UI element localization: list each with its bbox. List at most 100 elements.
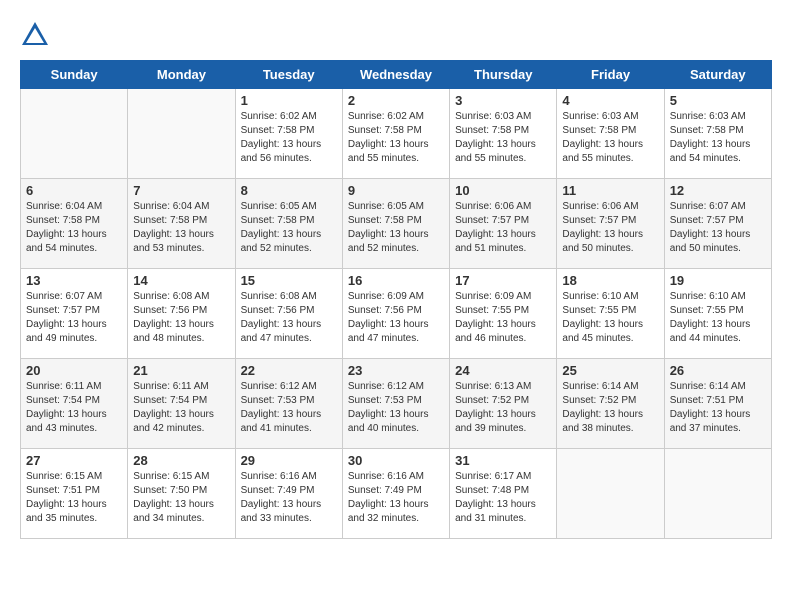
day-number: 19: [670, 273, 766, 288]
calendar-cell: 12 Sunrise: 6:07 AM Sunset: 7:57 PM Dayli…: [664, 179, 771, 269]
calendar-cell: 3 Sunrise: 6:03 AM Sunset: 7:58 PM Daylig…: [450, 89, 557, 179]
day-info: Sunrise: 6:06 AM Sunset: 7:57 PM Dayligh…: [562, 200, 658, 256]
day-info: Sunrise: 6:02 AM Sunset: 7:58 PM Dayligh…: [241, 110, 337, 166]
day-info: Sunrise: 6:16 AM Sunset: 7:49 PM Dayligh…: [241, 470, 337, 526]
calendar-cell: 17 Sunrise: 6:09 AM Sunset: 7:55 PM Dayli…: [450, 269, 557, 359]
calendar-header-thursday: Thursday: [450, 61, 557, 89]
day-info: Sunrise: 6:15 AM Sunset: 7:50 PM Dayligh…: [133, 470, 229, 526]
calendar-cell: 14 Sunrise: 6:08 AM Sunset: 7:56 PM Dayli…: [128, 269, 235, 359]
day-info: Sunrise: 6:12 AM Sunset: 7:53 PM Dayligh…: [241, 380, 337, 436]
day-info: Sunrise: 6:06 AM Sunset: 7:57 PM Dayligh…: [455, 200, 551, 256]
day-number: 3: [455, 93, 551, 108]
day-number: 20: [26, 363, 122, 378]
day-number: 15: [241, 273, 337, 288]
calendar-week-row: 6 Sunrise: 6:04 AM Sunset: 7:58 PM Daylig…: [21, 179, 772, 269]
day-info: Sunrise: 6:08 AM Sunset: 7:56 PM Dayligh…: [241, 290, 337, 346]
calendar-cell: 24Sunrise: 6:13 AM Sunset: 7:52 PM Dayli…: [450, 359, 557, 449]
calendar-cell: 6 Sunrise: 6:04 AM Sunset: 7:58 PM Daylig…: [21, 179, 128, 269]
calendar-header-saturday: Saturday: [664, 61, 771, 89]
calendar-cell: 23 Sunrise: 6:12 AM Sunset: 7:53 PM Dayli…: [342, 359, 449, 449]
day-number: 6: [26, 183, 122, 198]
calendar-cell: [21, 89, 128, 179]
day-info: Sunrise: 6:07 AM Sunset: 7:57 PM Dayligh…: [670, 200, 766, 256]
calendar-cell: [557, 449, 664, 539]
day-number: 12: [670, 183, 766, 198]
calendar-cell: 5 Sunrise: 6:03 AM Sunset: 7:58 PM Daylig…: [664, 89, 771, 179]
page-header: [20, 20, 772, 50]
calendar-week-row: 27 Sunrise: 6:15 AM Sunset: 7:51 PM Dayli…: [21, 449, 772, 539]
calendar-table: SundayMondayTuesdayWednesdayThursdayFrid…: [20, 60, 772, 539]
day-number: 26: [670, 363, 766, 378]
day-info: Sunrise: 6:02 AM Sunset: 7:58 PM Dayligh…: [348, 110, 444, 166]
day-number: 2: [348, 93, 444, 108]
day-number: 24: [455, 363, 551, 378]
day-number: 16: [348, 273, 444, 288]
day-number: 25: [562, 363, 658, 378]
day-number: 31: [455, 453, 551, 468]
calendar-cell: 30Sunrise: 6:16 AM Sunset: 7:49 PM Dayli…: [342, 449, 449, 539]
logo-icon: [20, 20, 50, 50]
day-info: Sunrise: 6:03 AM Sunset: 7:58 PM Dayligh…: [562, 110, 658, 166]
day-info: Sunrise: 6:03 AM Sunset: 7:58 PM Dayligh…: [455, 110, 551, 166]
calendar-week-row: 13Sunrise: 6:07 AM Sunset: 7:57 PM Dayli…: [21, 269, 772, 359]
day-number: 23: [348, 363, 444, 378]
day-number: 1: [241, 93, 337, 108]
day-number: 17: [455, 273, 551, 288]
logo: [20, 20, 54, 50]
calendar-header-row: SundayMondayTuesdayWednesdayThursdayFrid…: [21, 61, 772, 89]
day-number: 9: [348, 183, 444, 198]
day-number: 4: [562, 93, 658, 108]
day-info: Sunrise: 6:04 AM Sunset: 7:58 PM Dayligh…: [133, 200, 229, 256]
calendar-cell: [664, 449, 771, 539]
calendar-cell: 1 Sunrise: 6:02 AM Sunset: 7:58 PM Daylig…: [235, 89, 342, 179]
calendar-header-sunday: Sunday: [21, 61, 128, 89]
calendar-week-row: 1 Sunrise: 6:02 AM Sunset: 7:58 PM Daylig…: [21, 89, 772, 179]
day-info: Sunrise: 6:17 AM Sunset: 7:48 PM Dayligh…: [455, 470, 551, 526]
day-info: Sunrise: 6:14 AM Sunset: 7:52 PM Dayligh…: [562, 380, 658, 436]
day-info: Sunrise: 6:04 AM Sunset: 7:58 PM Dayligh…: [26, 200, 122, 256]
day-number: 5: [670, 93, 766, 108]
calendar-cell: 9 Sunrise: 6:05 AM Sunset: 7:58 PM Daylig…: [342, 179, 449, 269]
day-info: Sunrise: 6:11 AM Sunset: 7:54 PM Dayligh…: [133, 380, 229, 436]
calendar-cell: 4 Sunrise: 6:03 AM Sunset: 7:58 PM Daylig…: [557, 89, 664, 179]
day-info: Sunrise: 6:09 AM Sunset: 7:56 PM Dayligh…: [348, 290, 444, 346]
day-number: 21: [133, 363, 229, 378]
calendar-cell: 29Sunrise: 6:16 AM Sunset: 7:49 PM Dayli…: [235, 449, 342, 539]
day-info: Sunrise: 6:10 AM Sunset: 7:55 PM Dayligh…: [562, 290, 658, 346]
calendar-body: 1 Sunrise: 6:02 AM Sunset: 7:58 PM Daylig…: [21, 89, 772, 539]
calendar-cell: 13Sunrise: 6:07 AM Sunset: 7:57 PM Dayli…: [21, 269, 128, 359]
day-number: 18: [562, 273, 658, 288]
calendar-cell: 19Sunrise: 6:10 AM Sunset: 7:55 PM Dayli…: [664, 269, 771, 359]
day-info: Sunrise: 6:05 AM Sunset: 7:58 PM Dayligh…: [348, 200, 444, 256]
calendar-cell: [128, 89, 235, 179]
calendar-cell: 26 Sunrise: 6:14 AM Sunset: 7:51 PM Dayli…: [664, 359, 771, 449]
day-info: Sunrise: 6:14 AM Sunset: 7:51 PM Dayligh…: [670, 380, 766, 436]
day-number: 14: [133, 273, 229, 288]
day-info: Sunrise: 6:11 AM Sunset: 7:54 PM Dayligh…: [26, 380, 122, 436]
calendar-header-tuesday: Tuesday: [235, 61, 342, 89]
day-number: 28: [133, 453, 229, 468]
day-info: Sunrise: 6:12 AM Sunset: 7:53 PM Dayligh…: [348, 380, 444, 436]
day-number: 10: [455, 183, 551, 198]
calendar-cell: 28 Sunrise: 6:15 AM Sunset: 7:50 PM Dayli…: [128, 449, 235, 539]
calendar-cell: 31 Sunrise: 6:17 AM Sunset: 7:48 PM Dayli…: [450, 449, 557, 539]
calendar-cell: 2 Sunrise: 6:02 AM Sunset: 7:58 PM Daylig…: [342, 89, 449, 179]
day-info: Sunrise: 6:08 AM Sunset: 7:56 PM Dayligh…: [133, 290, 229, 346]
day-info: Sunrise: 6:03 AM Sunset: 7:58 PM Dayligh…: [670, 110, 766, 166]
day-info: Sunrise: 6:05 AM Sunset: 7:58 PM Dayligh…: [241, 200, 337, 256]
day-number: 7: [133, 183, 229, 198]
day-info: Sunrise: 6:09 AM Sunset: 7:55 PM Dayligh…: [455, 290, 551, 346]
calendar-cell: 18 Sunrise: 6:10 AM Sunset: 7:55 PM Dayli…: [557, 269, 664, 359]
day-number: 8: [241, 183, 337, 198]
calendar-cell: 8 Sunrise: 6:05 AM Sunset: 7:58 PM Daylig…: [235, 179, 342, 269]
day-info: Sunrise: 6:15 AM Sunset: 7:51 PM Dayligh…: [26, 470, 122, 526]
day-info: Sunrise: 6:16 AM Sunset: 7:49 PM Dayligh…: [348, 470, 444, 526]
calendar-cell: 11Sunrise: 6:06 AM Sunset: 7:57 PM Dayli…: [557, 179, 664, 269]
calendar-cell: 16 Sunrise: 6:09 AM Sunset: 7:56 PM Dayli…: [342, 269, 449, 359]
day-number: 27: [26, 453, 122, 468]
calendar-cell: 20 Sunrise: 6:11 AM Sunset: 7:54 PM Dayli…: [21, 359, 128, 449]
calendar-header-wednesday: Wednesday: [342, 61, 449, 89]
day-number: 13: [26, 273, 122, 288]
calendar-cell: 25 Sunrise: 6:14 AM Sunset: 7:52 PM Dayli…: [557, 359, 664, 449]
calendar-header-friday: Friday: [557, 61, 664, 89]
